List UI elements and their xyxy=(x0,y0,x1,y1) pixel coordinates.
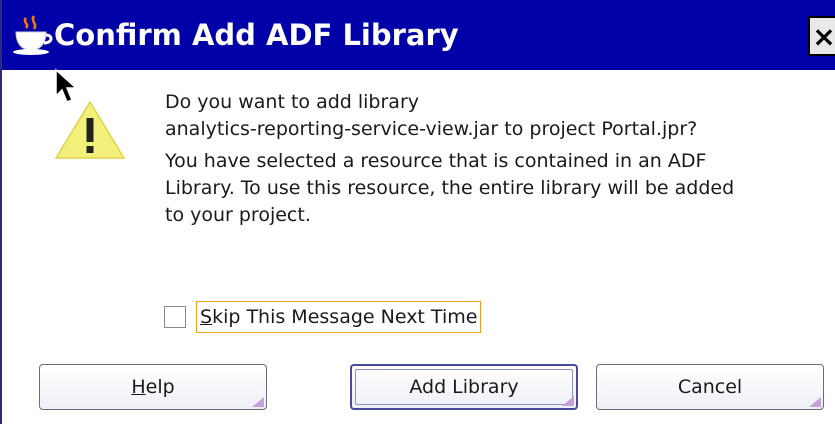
help-button[interactable]: Help xyxy=(39,364,267,410)
skip-message-checkbox[interactable] xyxy=(164,306,186,328)
secondary-message-line: Library. To use this resource, the entir… xyxy=(165,177,735,199)
confirm-dialog: Confirm Add ADF Library × Do you want to… xyxy=(0,0,835,424)
skip-message-option[interactable]: Skip This Message Next Time xyxy=(164,300,482,334)
label-text: elp xyxy=(145,376,175,398)
secondary-message: You have selected a resource that is con… xyxy=(165,148,734,229)
focus-ring xyxy=(355,369,573,405)
mnemonic-letter: H xyxy=(131,376,146,398)
primary-message: Do you want to add library analytics-rep… xyxy=(165,89,697,143)
resize-grip-icon xyxy=(252,397,264,407)
cancel-button[interactable]: Cancel xyxy=(596,364,824,410)
resize-grip-icon xyxy=(562,396,574,406)
primary-message-line: analytics-reporting-service-view.jar to … xyxy=(165,118,698,140)
button-label: Cancel xyxy=(677,376,743,398)
mouse-pointer-icon xyxy=(55,68,78,103)
skip-message-label[interactable]: Skip This Message Next Time xyxy=(196,301,482,333)
title-bar[interactable]: Confirm Add ADF Library × xyxy=(2,0,835,70)
add-library-button[interactable]: Add Library xyxy=(350,364,578,410)
primary-message-line: Do you want to add library xyxy=(165,91,420,113)
secondary-message-line: to your project. xyxy=(165,204,311,226)
close-icon: × xyxy=(812,19,835,53)
label-text: kip This Message Next Time xyxy=(212,306,478,328)
java-coffee-cup-icon xyxy=(13,15,53,55)
warning-triangle-icon xyxy=(54,100,126,159)
resize-grip-icon xyxy=(809,397,821,407)
secondary-message-line: You have selected a resource that is con… xyxy=(165,150,707,172)
window-title: Confirm Add ADF Library xyxy=(54,18,459,52)
close-button[interactable]: × xyxy=(808,16,835,56)
button-label: Help xyxy=(131,376,174,398)
mnemonic-letter: S xyxy=(200,306,213,328)
